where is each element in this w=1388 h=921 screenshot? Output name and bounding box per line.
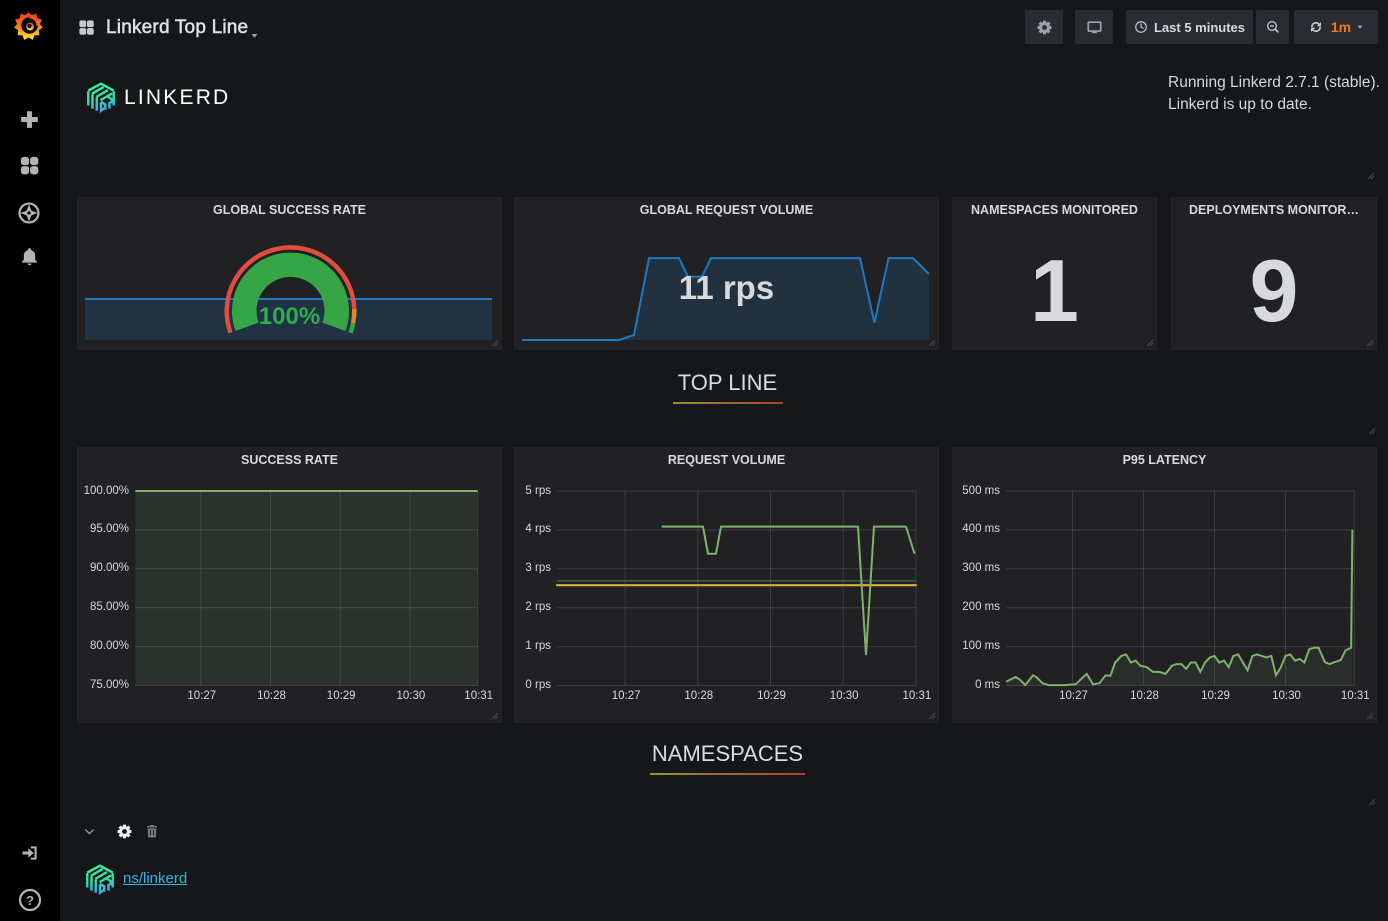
svg-text:?: ? bbox=[26, 893, 34, 908]
